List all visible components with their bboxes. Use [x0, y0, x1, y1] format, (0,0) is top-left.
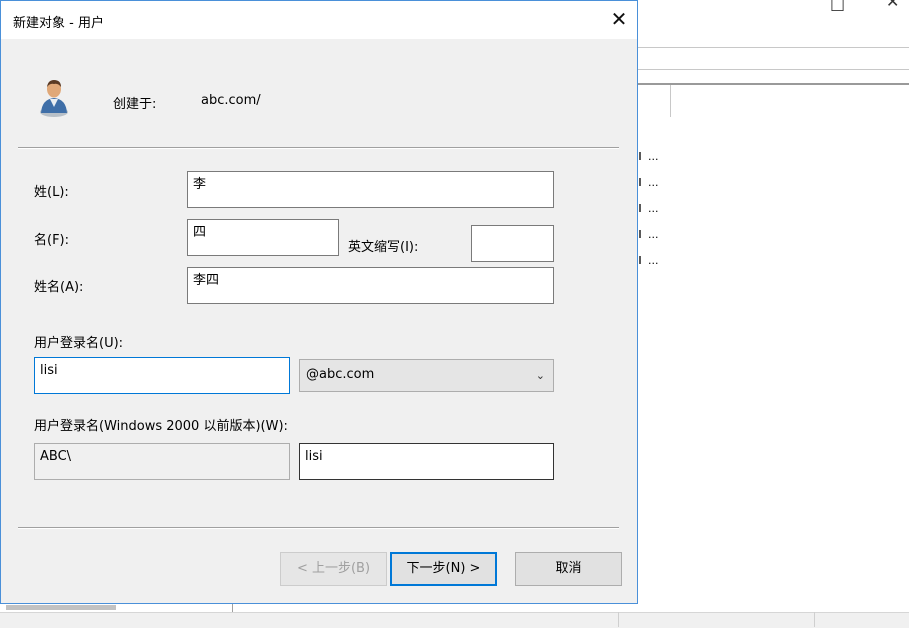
bg-tree-connector — [639, 230, 641, 238]
dialog-titlebar[interactable]: 新建对象 - 用户 ✕ — [1, 1, 637, 39]
bg-close-icon[interactable]: ✕ — [886, 0, 899, 11]
last-name-input[interactable]: 李 — [187, 171, 554, 208]
bg-tree-connector — [639, 256, 641, 264]
first-name-label: 名(F): — [34, 233, 70, 248]
close-icon[interactable]: ✕ — [607, 7, 631, 31]
full-name-label: 姓名(A): — [34, 280, 84, 295]
bg-tree-item[interactable]: ... — [648, 254, 659, 267]
chevron-down-icon: ⌄ — [535, 369, 545, 382]
bg-tree-item[interactable]: ... — [648, 150, 659, 163]
bg-minimize-icon[interactable]: □ — [830, 0, 845, 13]
logon-name-input[interactable]: lisi — [34, 357, 290, 394]
back-button[interactable]: < 上一步(B) — [280, 552, 387, 586]
next-button[interactable]: 下一步(N) > — [390, 552, 497, 586]
bg-tree-item[interactable]: ... — [648, 176, 659, 189]
bg-pane-top-border — [638, 69, 909, 70]
bg-status-separator — [814, 612, 815, 627]
bg-status-bar — [0, 612, 909, 628]
initials-input[interactable] — [471, 225, 554, 262]
bg-bottom-line — [232, 604, 233, 612]
bg-tree-item[interactable]: ... — [648, 228, 659, 241]
pre2000-logon-label: 用户登录名(Windows 2000 以前版本)(W): — [34, 419, 288, 434]
created-in-value: abc.com/ — [201, 93, 261, 108]
bg-tree-connector — [639, 152, 641, 160]
bg-pane-top-border-2 — [638, 83, 909, 85]
top-separator — [18, 147, 619, 149]
bg-column-divider — [670, 85, 671, 117]
logon-name-label: 用户登录名(U): — [34, 336, 124, 351]
bottom-separator — [18, 527, 619, 529]
upn-suffix-select[interactable]: @abc.com ⌄ — [299, 359, 554, 392]
pre2000-domain-field: ABC\ — [34, 443, 290, 480]
full-name-input[interactable]: 李四 — [187, 267, 554, 304]
cancel-button[interactable]: 取消 — [515, 552, 622, 586]
bg-tree-connector — [639, 178, 641, 186]
bg-toolbar-separator — [638, 47, 909, 48]
bg-status-separator — [618, 612, 619, 627]
created-in-label: 创建于: — [113, 97, 157, 112]
last-name-label: 姓(L): — [34, 185, 69, 200]
pre2000-logon-input[interactable]: lisi — [299, 443, 554, 480]
new-user-dialog: 新建对象 - 用户 ✕ 创建于: abc.com/ 姓(L): 李 名(F): … — [0, 0, 638, 604]
initials-label: 英文缩写(I): — [348, 240, 419, 255]
bg-tree-connector — [639, 204, 641, 212]
user-icon — [40, 80, 68, 117]
upn-suffix-value: @abc.com — [306, 367, 375, 382]
bg-scrollbar-thumb[interactable] — [6, 605, 116, 610]
dialog-title: 新建对象 - 用户 — [13, 16, 104, 31]
first-name-input[interactable]: 四 — [187, 219, 339, 256]
bg-tree-item[interactable]: ... — [648, 202, 659, 215]
